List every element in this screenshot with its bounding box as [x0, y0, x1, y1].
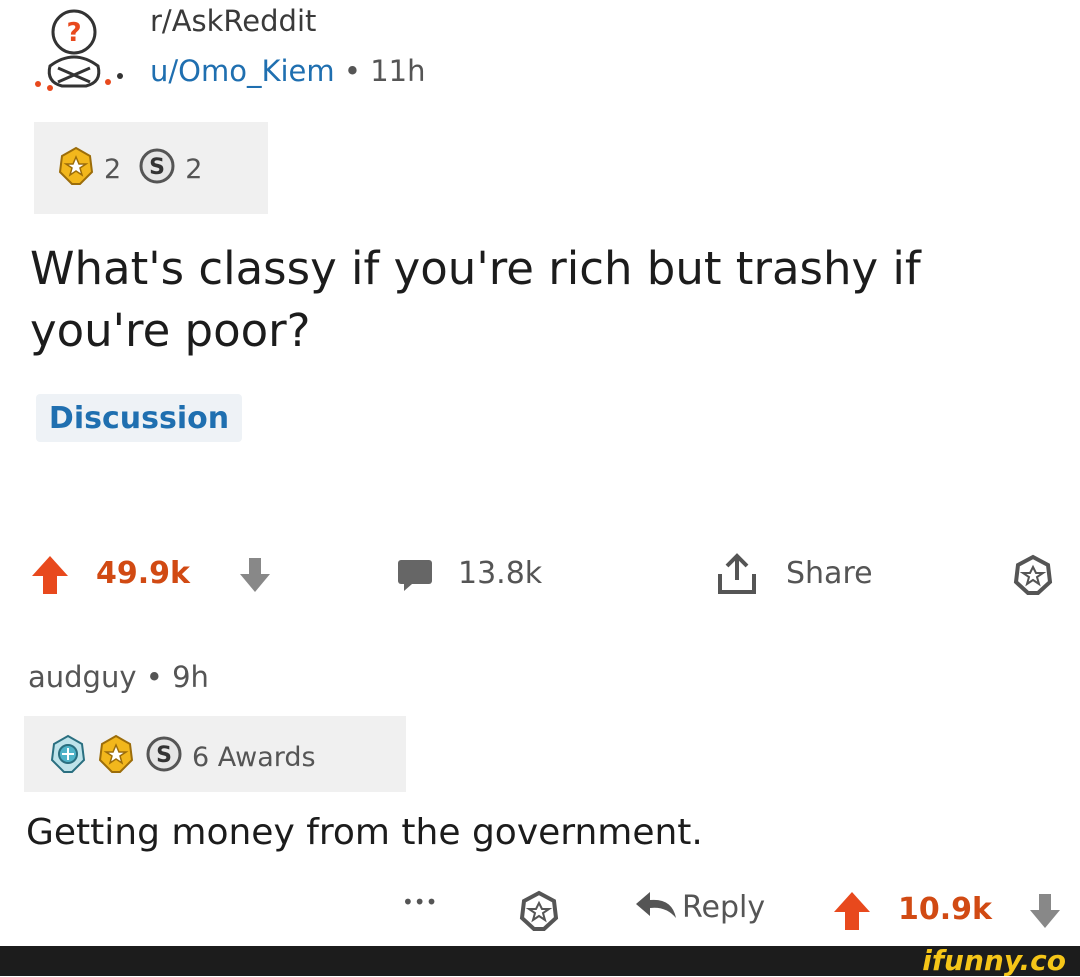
- more-options-button[interactable]: •••: [402, 890, 437, 914]
- comment-author[interactable]: audguy: [28, 660, 137, 694]
- post-flair[interactable]: Discussion: [36, 394, 242, 442]
- comment-upvote-count: 10.9k: [898, 892, 992, 927]
- reply-icon: [634, 888, 678, 926]
- silver-award-count: 2: [185, 154, 203, 185]
- svg-text:S: S: [156, 743, 172, 768]
- gold-award-icon: [56, 146, 96, 193]
- post-title[interactable]: What's classy if you're rich but trashy …: [30, 238, 1050, 362]
- reply-label: Reply: [682, 889, 766, 925]
- downvote-icon[interactable]: [1028, 892, 1062, 934]
- comment-awards[interactable]: S 6 Awards: [24, 716, 406, 792]
- comment-body: Getting money from the government.: [26, 812, 703, 853]
- award-icon[interactable]: [518, 890, 560, 936]
- byline-separator: •: [334, 54, 371, 88]
- post-action-bar: 49.9k 13.8k Share: [0, 540, 1080, 610]
- ifunny-watermark: ifunny.co: [922, 944, 1066, 977]
- post-author[interactable]: u/Omo_Kiem: [150, 54, 335, 88]
- comment-count[interactable]: 13.8k: [458, 556, 542, 591]
- downvote-icon[interactable]: [238, 556, 272, 598]
- share-icon[interactable]: [712, 550, 762, 602]
- comment-action-bar: ••• Reply 10.9k: [0, 882, 1080, 942]
- post-time: 11h: [370, 54, 426, 88]
- gold-award-icon: [96, 734, 136, 781]
- svg-text:S: S: [149, 155, 165, 180]
- subreddit-avatar[interactable]: ?: [30, 8, 130, 100]
- subreddit-name[interactable]: r/AskReddit: [150, 4, 316, 38]
- post-upvote-count: 49.9k: [96, 556, 190, 591]
- byline-separator: •: [136, 660, 173, 694]
- upvote-icon[interactable]: [30, 554, 70, 600]
- watermark-bar: [0, 946, 1080, 976]
- post-byline: u/Omo_Kiem • 11h: [150, 54, 425, 88]
- svg-text:?: ?: [66, 18, 81, 48]
- gold-award-count: 2: [104, 154, 122, 185]
- post-awards[interactable]: 2 S 2: [34, 122, 268, 214]
- silver-award-icon: S: [144, 734, 184, 781]
- award-icon[interactable]: [1012, 554, 1054, 600]
- silver-award-icon: S: [137, 146, 177, 193]
- share-button[interactable]: Share: [786, 556, 873, 591]
- reply-button[interactable]: Reply: [634, 888, 765, 926]
- comment-byline: audguy • 9h: [28, 660, 209, 694]
- comment-time: 9h: [172, 660, 209, 694]
- upvote-icon[interactable]: [832, 890, 872, 936]
- platinum-award-icon: [48, 734, 88, 781]
- awards-count-label: 6 Awards: [192, 742, 316, 773]
- comments-icon[interactable]: [396, 558, 434, 596]
